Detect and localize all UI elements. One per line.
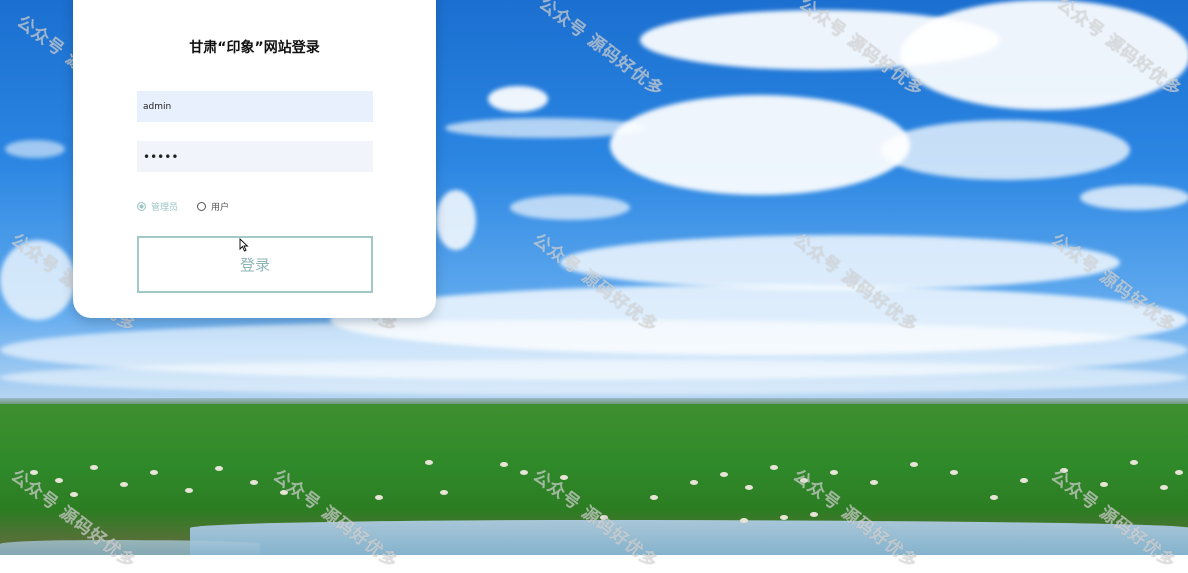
mouse-pointer-icon xyxy=(239,238,249,252)
sheep xyxy=(520,470,528,475)
login-button[interactable]: 登录 xyxy=(137,236,373,293)
radio-admin-label[interactable]: 管理员 xyxy=(151,200,178,213)
sheep xyxy=(870,480,878,485)
sheep xyxy=(830,470,838,475)
login-card: 甘肃“印象”网站登录 ••••• 管理员 用户 登录 xyxy=(73,0,436,318)
sheep xyxy=(560,475,568,480)
cloud xyxy=(560,235,1120,290)
cloud xyxy=(5,140,65,158)
sheep xyxy=(280,490,288,495)
sheep xyxy=(215,466,223,471)
sheep xyxy=(1130,460,1138,465)
sheep xyxy=(950,470,958,475)
cloud xyxy=(1080,185,1188,210)
cloud xyxy=(436,190,476,250)
cloud xyxy=(880,120,1130,180)
cloud xyxy=(900,0,1188,110)
radio-user-label[interactable]: 用户 xyxy=(211,200,229,213)
sheep xyxy=(910,462,918,467)
radio-user[interactable] xyxy=(197,201,207,211)
sheep xyxy=(425,460,433,465)
role-radio-group: 管理员 用户 xyxy=(137,199,229,213)
sheep xyxy=(990,495,998,500)
sheep xyxy=(1160,485,1168,490)
sheep xyxy=(150,470,158,475)
sheep xyxy=(1175,470,1183,475)
sheep xyxy=(720,472,728,477)
sheep xyxy=(1020,478,1028,483)
sheep xyxy=(650,495,658,500)
sheep xyxy=(1060,468,1068,473)
river xyxy=(190,520,1188,555)
sheep xyxy=(250,480,258,485)
sheep xyxy=(1100,482,1108,487)
sheep xyxy=(375,495,383,500)
sheep xyxy=(120,482,128,487)
sheep xyxy=(185,488,193,493)
password-input[interactable]: ••••• xyxy=(137,141,373,172)
username-input[interactable] xyxy=(137,91,373,122)
cloud xyxy=(610,95,910,195)
login-title: 甘肃“印象”网站登录 xyxy=(189,40,320,56)
sheep xyxy=(55,478,63,483)
sheep xyxy=(810,512,818,517)
sheep xyxy=(90,465,98,470)
sheep xyxy=(770,465,778,470)
sheep xyxy=(780,515,788,520)
sheep xyxy=(70,492,78,497)
sheep xyxy=(800,478,808,483)
river xyxy=(0,540,260,555)
password-mask: ••••• xyxy=(143,149,179,164)
cloud xyxy=(0,360,1188,395)
sheep xyxy=(745,485,753,490)
radio-admin[interactable] xyxy=(137,201,146,211)
sheep xyxy=(600,515,608,520)
cloud xyxy=(0,240,75,320)
sheep xyxy=(440,490,448,495)
cloud xyxy=(488,86,548,112)
sheep xyxy=(690,480,698,485)
sheep xyxy=(30,470,38,475)
sheep xyxy=(500,462,508,467)
cloud xyxy=(510,195,630,220)
sheep xyxy=(740,518,748,523)
